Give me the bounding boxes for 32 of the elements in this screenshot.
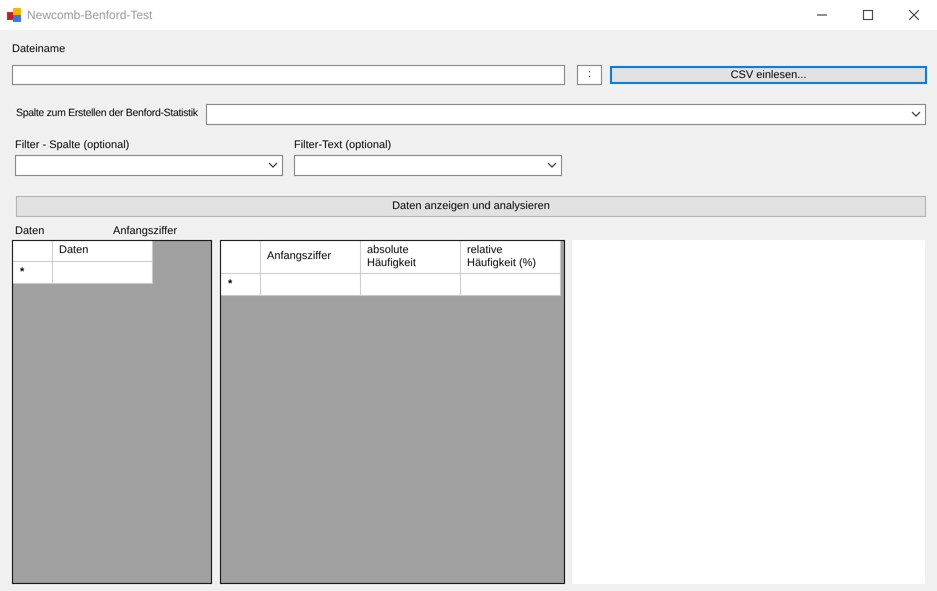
new-row-marker: * bbox=[13, 262, 53, 284]
filter-label: Filter - Spalte (optional) bbox=[15, 138, 130, 152]
table-cell[interactable] bbox=[361, 274, 461, 296]
row-header-cell bbox=[13, 240, 53, 262]
table-cell[interactable] bbox=[53, 262, 153, 284]
analyze-button[interactable]: Daten anzeigen und analysieren bbox=[16, 196, 926, 216]
filter-label: Filter-Text (optional) bbox=[294, 138, 392, 152]
maximize-icon bbox=[863, 10, 873, 20]
read-csv-button[interactable]: CSV einlesen... bbox=[610, 66, 927, 84]
column-header[interactable]: absolute Häufigkeit bbox=[361, 240, 461, 274]
new-row-marker: * bbox=[221, 274, 261, 296]
row-header-cell bbox=[221, 240, 261, 274]
grid-label: Anfangsziffer bbox=[113, 224, 178, 240]
separator-button[interactable]: : bbox=[577, 64, 602, 84]
window-title: Newcomb-Benford-Test bbox=[27, 7, 152, 24]
app-icon bbox=[7, 8, 21, 22]
column-dropdown[interactable] bbox=[206, 104, 926, 124]
chevron-down-icon bbox=[268, 162, 278, 168]
column-header[interactable]: Anfangsziffer bbox=[261, 240, 361, 274]
filter-dropdown[interactable] bbox=[15, 154, 283, 176]
filter-dropdown[interactable] bbox=[294, 154, 562, 176]
table-cell[interactable] bbox=[261, 274, 361, 296]
column-select-label: Spalte zum Erstellen der Benford-Statistik bbox=[16, 106, 198, 122]
grid-label: Daten bbox=[15, 224, 46, 240]
file-name-label: Dateiname bbox=[12, 43, 66, 55]
close-icon bbox=[909, 10, 919, 20]
table-cell[interactable] bbox=[461, 274, 561, 296]
column-header[interactable]: Daten bbox=[53, 240, 153, 262]
chevron-down-icon bbox=[547, 162, 557, 168]
chevron-down-icon bbox=[911, 111, 921, 117]
file-name-field[interactable] bbox=[12, 64, 565, 84]
column-header[interactable]: relative Häufigkeit (%) bbox=[461, 240, 561, 274]
